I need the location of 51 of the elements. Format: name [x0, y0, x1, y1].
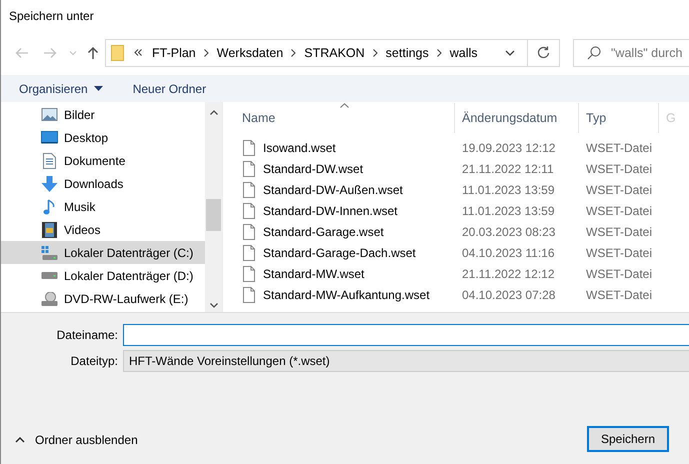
date-cell-text: 11.01.2023 13:59: [461, 204, 556, 218]
filetype-dropdown[interactable]: HFT-Wände Voreinstellungen (*.wset): [123, 350, 689, 372]
type-cell-text: WSET-Datei: [585, 288, 654, 302]
sidebar-item[interactable]: Bilder: [1, 103, 205, 126]
sidebar-item[interactable]: Desktop: [1, 126, 205, 149]
file-name[interactable]: Standard-Garage-Dach.wset: [263, 246, 416, 260]
sidebar-item[interactable]: Lokaler Datenträger (D:): [1, 264, 205, 287]
breadcrumb-item[interactable]: settings: [386, 46, 429, 60]
filename-label: Dateiname:: [56, 328, 119, 342]
new-folder-button[interactable]: Neuer Ordner: [126, 78, 212, 98]
file-name[interactable]: Standard-DW-Innen.wset: [263, 204, 398, 218]
sidebar-item[interactable]: Dokumente: [1, 149, 205, 172]
date-cell-text: 11.01.2023 13:59: [461, 182, 556, 196]
breadcrumb-item[interactable]: FT-Plan: [152, 46, 196, 60]
file-name[interactable]: Standard-MW-Aufkantung.wset: [263, 288, 430, 302]
file-name[interactable]: Standard-DW.wset: [263, 162, 364, 176]
file-name[interactable]: Standard-Garage.wset: [263, 224, 384, 238]
date-cell-text: 21.11.2022 12:12: [461, 266, 556, 280]
sidebar-item[interactable]: Videos: [1, 218, 205, 241]
breadcrumb-item[interactable]: STRAKON: [304, 46, 365, 60]
type-cell-text: WSET-Datei: [585, 140, 654, 154]
window-title: Speichern unter: [8, 8, 94, 25]
sidebar-item[interactable]: Musik: [1, 195, 205, 218]
address-bar[interactable]: FT-Plan Werksdaten STRAKON settings walls: [105, 38, 528, 66]
date-cell-text: 21.11.2022 12:11: [461, 162, 555, 176]
file-name[interactable]: Standard-MW.wset: [263, 266, 364, 280]
breadcrumb-item[interactable]: Werksdaten: [216, 46, 284, 60]
breadcrumb-item[interactable]: walls: [450, 46, 478, 60]
type-cell-text: WSET-Datei: [585, 182, 654, 196]
type-cell-text: WSET-Datei: [585, 224, 654, 238]
column-header[interactable]: Typ: [579, 103, 659, 133]
file-name[interactable]: Isowand.wset: [263, 140, 336, 154]
organize-menu-button[interactable]: Organisieren: [13, 78, 109, 98]
filetype-label: Dateityp:: [70, 354, 119, 368]
file-name[interactable]: Standard-DW-Außen.wset: [263, 182, 403, 196]
type-cell-text: WSET-Datei: [585, 246, 654, 260]
date-cell-text: 04.10.2023 11:16: [461, 246, 556, 260]
save-button[interactable]: Speichern: [587, 426, 669, 452]
hide-folders-button[interactable]: Ordner ausblenden: [11, 430, 142, 450]
date-cell-text: 04.10.2023 07:28: [461, 288, 556, 302]
date-cell-text: 20.03.2023 08:23: [461, 224, 556, 238]
date-cell-text: 19.09.2023 12:12: [461, 140, 556, 154]
column-header[interactable]: Änderungsdatum: [455, 103, 579, 133]
type-cell-text: WSET-Datei: [585, 266, 654, 280]
type-cell-text: WSET-Datei: [585, 162, 654, 176]
sidebar-item[interactable]: DVD-RW-Laufwerk (E:): [1, 287, 205, 310]
sidebar-item[interactable]: Lokaler Datenträger (C:): [1, 241, 205, 264]
search-field[interactable]: "walls" durch: [573, 38, 689, 66]
sidebar-item[interactable]: Downloads: [1, 172, 205, 195]
type-cell-text: WSET-Datei: [585, 204, 654, 218]
column-header[interactable]: Name: [223, 103, 455, 133]
